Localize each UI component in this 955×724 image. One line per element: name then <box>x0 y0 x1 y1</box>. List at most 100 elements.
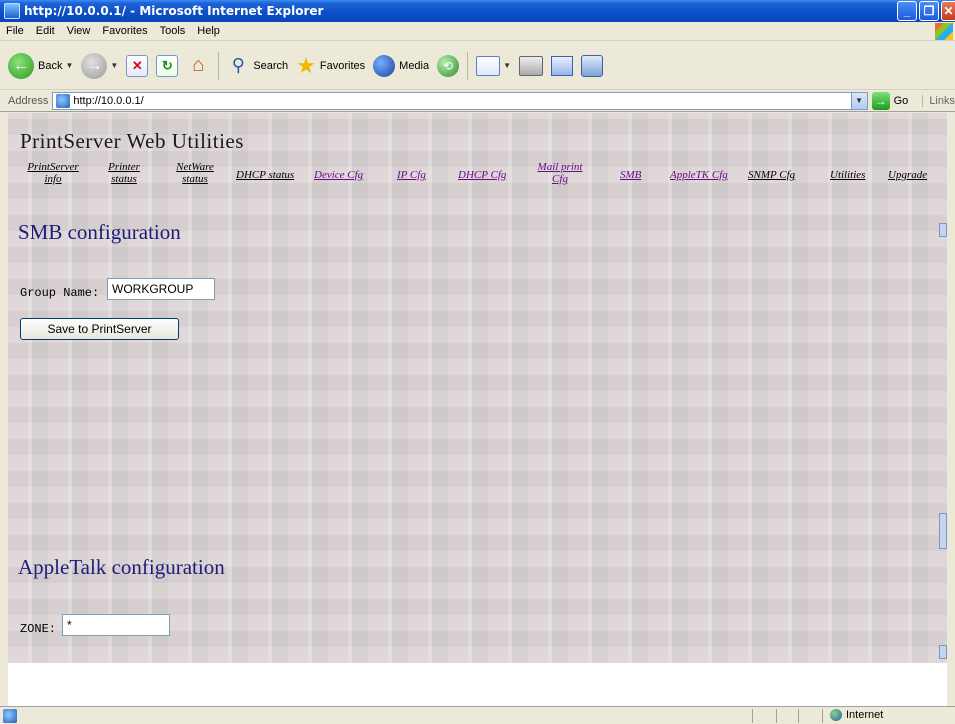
print-icon <box>519 55 544 76</box>
nav-label: DHCP Cfg <box>458 169 507 181</box>
forward-arrow-icon: → <box>81 52 108 79</box>
nav-label: Utilities <box>830 169 866 181</box>
stop-button[interactable]: ✕ <box>122 48 152 84</box>
nav-device-cfg[interactable]: Device Cfg <box>314 169 363 181</box>
address-bar: Address http://10.0.0.1/ ▼ → Go Links <box>0 90 955 112</box>
media-label: Media <box>399 59 430 72</box>
print-button[interactable] <box>515 48 547 84</box>
back-button[interactable]: ← Back ▼ <box>4 48 77 84</box>
edit-icon <box>551 55 574 76</box>
status-page-icon <box>3 708 17 723</box>
zone-input[interactable] <box>62 614 170 636</box>
forward-button[interactable]: → ▼ <box>77 48 122 84</box>
scrollbar-down-hint[interactable] <box>939 645 947 659</box>
address-dropdown-icon[interactable]: ▼ <box>850 92 867 109</box>
toolbar-separator <box>218 51 220 80</box>
media-icon <box>373 54 396 77</box>
mail-dropdown-icon[interactable]: ▼ <box>503 61 511 70</box>
search-label: Search <box>253 59 289 72</box>
security-zone: Internet <box>830 709 883 721</box>
history-button[interactable]: ⟲ <box>433 48 463 84</box>
nav-snmp-cfg[interactable]: SNMP Cfg <box>748 169 795 181</box>
favorites-button[interactable]: ★ Favorites <box>292 48 369 84</box>
page-blank-area <box>8 663 947 706</box>
save-to-printserver-button[interactable]: Save to PrintServer <box>20 318 179 340</box>
nav-mail-print-cfg[interactable]: Mail print Cfg <box>534 161 586 185</box>
menu-edit[interactable]: Edit <box>30 25 61 37</box>
go-button[interactable]: → Go <box>871 91 909 110</box>
refresh-icon: ↻ <box>156 54 179 77</box>
menu-file[interactable]: File <box>0 25 30 37</box>
nav-label: SNMP Cfg <box>748 169 796 181</box>
page-content: PrintServer Web Utilities PrintServer in… <box>8 113 947 663</box>
nav-label: IP Cfg <box>397 169 426 181</box>
toolbar-separator <box>467 51 469 80</box>
title-bar: http://10.0.0.1/ - Microsoft Internet Ex… <box>0 0 955 22</box>
nav-upgrade[interactable]: Upgrade <box>888 169 927 181</box>
menu-bar: File Edit View Favorites Tools Help <box>0 22 955 41</box>
zone-label-text: Internet <box>846 709 884 721</box>
nav-label: AppleTK Cfg <box>670 169 728 181</box>
nav-links: PrintServer info Printer status NetWare … <box>8 161 947 191</box>
window-title: http://10.0.0.1/ - Microsoft Internet Ex… <box>24 4 324 18</box>
status-divider <box>752 709 753 723</box>
window-controls: _ ❐ ✕ <box>897 1 955 21</box>
maximize-button[interactable]: ❐ <box>919 1 939 21</box>
nav-label: PrintServer <box>27 161 79 173</box>
internet-globe-icon <box>830 709 842 721</box>
go-arrow-icon: → <box>871 91 890 110</box>
favorites-label: Favorites <box>319 59 366 72</box>
status-divider <box>798 709 799 723</box>
links-button[interactable]: Links <box>922 94 955 107</box>
menu-tools[interactable]: Tools <box>154 25 192 37</box>
address-label: Address <box>8 94 49 107</box>
messenger-button[interactable] <box>577 48 607 84</box>
smb-heading: SMB configuration <box>18 220 181 244</box>
appletalk-heading: AppleTalk configuration <box>18 555 225 579</box>
nav-label: SMB <box>620 169 642 181</box>
nav-label: status <box>111 173 137 185</box>
nav-appletk-cfg[interactable]: AppleTK Cfg <box>670 169 728 181</box>
address-url[interactable]: http://10.0.0.1/ <box>73 95 143 107</box>
toolbar: ← Back ▼ → ▼ ✕ ↻ ⌂ ⚲ Search ★ Favorites … <box>0 42 955 90</box>
address-input[interactable]: http://10.0.0.1/ ▼ <box>52 91 868 110</box>
nav-printer-status[interactable]: Printer status <box>104 161 144 185</box>
home-button[interactable]: ⌂ <box>182 48 214 84</box>
menu-view[interactable]: View <box>61 25 97 37</box>
group-name-input[interactable] <box>107 278 215 300</box>
menu-help[interactable]: Help <box>191 25 226 37</box>
go-label: Go <box>893 94 909 107</box>
group-name-label: Group Name: <box>20 286 100 300</box>
nav-ip-cfg[interactable]: IP Cfg <box>397 169 426 181</box>
page-title: PrintServer Web Utilities <box>20 129 244 153</box>
nav-label: DHCP status <box>236 169 295 181</box>
edit-button[interactable] <box>547 48 577 84</box>
nav-dhcp-cfg[interactable]: DHCP Cfg <box>458 169 506 181</box>
search-icon: ⚲ <box>231 55 245 75</box>
refresh-button[interactable]: ↻ <box>152 48 182 84</box>
mail-icon <box>476 55 501 76</box>
close-button[interactable]: ✕ <box>941 1 955 21</box>
nav-label: status <box>182 173 208 185</box>
nav-printserver-info[interactable]: PrintServer info <box>20 161 86 185</box>
nav-netware-status[interactable]: NetWare status <box>172 161 218 185</box>
scrollbar-up-hint[interactable] <box>939 223 947 237</box>
minimize-button[interactable]: _ <box>897 1 917 21</box>
nav-dhcp-status[interactable]: DHCP status <box>236 169 294 181</box>
mail-button[interactable]: ▼ <box>472 48 515 84</box>
nav-label: NetWare <box>176 161 214 173</box>
forward-dropdown-icon[interactable]: ▼ <box>110 61 118 70</box>
favorites-star-icon: ★ <box>296 52 316 78</box>
media-button[interactable]: Media <box>369 48 433 84</box>
menu-favorites[interactable]: Favorites <box>96 25 153 37</box>
nav-utilities[interactable]: Utilities <box>830 169 865 181</box>
nav-label: Mail print <box>537 161 583 173</box>
nav-smb[interactable]: SMB <box>620 169 641 181</box>
ie-icon <box>4 3 20 19</box>
search-button[interactable]: ⚲ Search <box>223 48 292 84</box>
back-dropdown-icon[interactable]: ▼ <box>65 61 73 70</box>
history-icon: ⟲ <box>437 54 460 77</box>
nav-label: Upgrade <box>888 169 928 181</box>
scrollbar-thumb[interactable] <box>939 513 947 549</box>
messenger-icon <box>581 54 604 77</box>
